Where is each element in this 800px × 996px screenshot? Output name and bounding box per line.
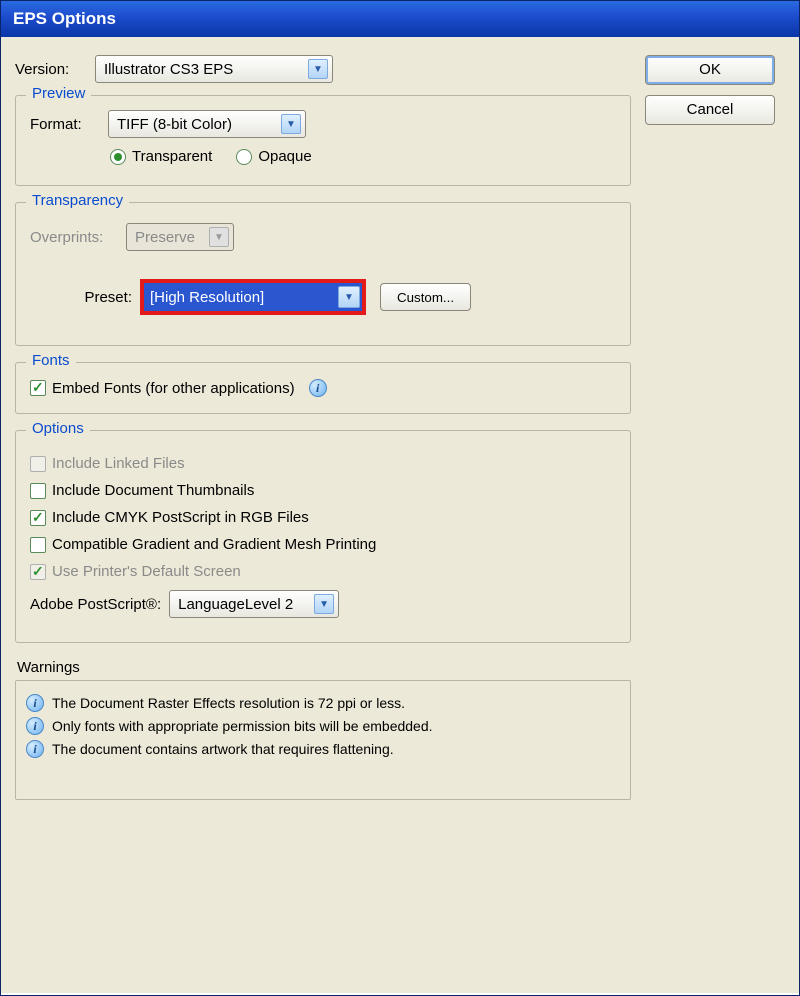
format-value: TIFF (8-bit Color) [117, 116, 275, 133]
chevron-down-icon: ▼ [314, 594, 334, 614]
warning-item: i The document contains artwork that req… [26, 740, 620, 758]
transparent-label: Transparent [132, 148, 212, 165]
gradient-label: Compatible Gradient and Gradient Mesh Pr… [52, 536, 376, 553]
format-label: Format: [30, 116, 100, 133]
postscript-row: Adobe PostScript®: LanguageLevel 2 ▼ [30, 590, 616, 618]
overprints-row: Overprints: Preserve ▼ [30, 223, 616, 251]
printer-label: Use Printer's Default Screen [52, 563, 241, 580]
preview-fieldset: Preview Format: TIFF (8-bit Color) ▼ Tra… [15, 95, 631, 186]
dialog-content: Version: Illustrator CS3 EPS ▼ Preview F… [1, 37, 799, 993]
linked-files-label: Include Linked Files [52, 455, 185, 472]
info-icon: i [26, 740, 44, 758]
chevron-down-icon: ▼ [209, 227, 229, 247]
options-fieldset: Options Include Linked Files Include Doc… [15, 430, 631, 643]
format-row: Format: TIFF (8-bit Color) ▼ [30, 110, 616, 138]
cmyk-label: Include CMYK PostScript in RGB Files [52, 509, 309, 526]
left-column: Version: Illustrator CS3 EPS ▼ Preview F… [15, 55, 631, 800]
ok-label: OK [699, 61, 721, 78]
info-icon: i [26, 694, 44, 712]
version-label: Version: [15, 61, 87, 78]
fonts-legend: Fonts [26, 352, 76, 369]
warning-text: The Document Raster Effects resolution i… [52, 695, 405, 711]
format-select[interactable]: TIFF (8-bit Color) ▼ [108, 110, 306, 138]
printer-row: Use Printer's Default Screen [30, 563, 616, 580]
warnings-label: Warnings [17, 659, 631, 676]
embed-fonts-row: Embed Fonts (for other applications) i [30, 379, 616, 397]
postscript-select[interactable]: LanguageLevel 2 ▼ [169, 590, 339, 618]
chevron-down-icon: ▼ [308, 59, 328, 79]
preset-highlight: [High Resolution] ▼ [140, 279, 366, 315]
dialog-window: EPS Options Version: Illustrator CS3 EPS… [0, 0, 800, 996]
thumbnails-row: Include Document Thumbnails [30, 482, 616, 499]
thumbnails-label: Include Document Thumbnails [52, 482, 254, 499]
transparency-legend: Transparency [26, 192, 129, 209]
preview-radio-row: Transparent Opaque [30, 148, 616, 165]
version-select[interactable]: Illustrator CS3 EPS ▼ [95, 55, 333, 83]
opaque-label: Opaque [258, 148, 311, 165]
info-icon: i [26, 717, 44, 735]
transparency-fieldset: Transparency Overprints: Preserve ▼ Pres… [15, 202, 631, 346]
check-embed-fonts[interactable] [30, 380, 46, 396]
window-title: EPS Options [13, 9, 116, 28]
options-legend: Options [26, 420, 90, 437]
warning-item: i The Document Raster Effects resolution… [26, 694, 620, 712]
chevron-down-icon: ▼ [338, 286, 360, 308]
cancel-button[interactable]: Cancel [645, 95, 775, 125]
check-linked-files [30, 456, 46, 472]
preview-legend: Preview [26, 85, 91, 102]
check-gradient[interactable] [30, 537, 46, 553]
cancel-label: Cancel [687, 101, 734, 118]
overprints-value: Preserve [135, 229, 203, 246]
ok-button[interactable]: OK [645, 55, 775, 85]
version-value: Illustrator CS3 EPS [104, 61, 302, 78]
overprints-label: Overprints: [30, 229, 118, 246]
custom-label: Custom... [397, 290, 454, 305]
gradient-row: Compatible Gradient and Gradient Mesh Pr… [30, 536, 616, 553]
preset-row: Preset: [High Resolution] ▼ Custom... [30, 279, 616, 315]
postscript-value: LanguageLevel 2 [178, 596, 308, 613]
cmyk-row: Include CMYK PostScript in RGB Files [30, 509, 616, 526]
fonts-fieldset: Fonts Embed Fonts (for other application… [15, 362, 631, 414]
right-column: OK Cancel [645, 55, 785, 135]
postscript-label: Adobe PostScript®: [30, 596, 161, 613]
overprints-select: Preserve ▼ [126, 223, 234, 251]
check-printer-default [30, 564, 46, 580]
radio-opaque[interactable] [236, 149, 252, 165]
check-thumbnails[interactable] [30, 483, 46, 499]
linked-files-row: Include Linked Files [30, 455, 616, 472]
custom-button[interactable]: Custom... [380, 283, 471, 311]
warning-text: Only fonts with appropriate permission b… [52, 718, 433, 734]
radio-transparent[interactable] [110, 149, 126, 165]
info-icon[interactable]: i [309, 379, 327, 397]
check-cmyk[interactable] [30, 510, 46, 526]
embed-fonts-label: Embed Fonts (for other applications) [52, 380, 295, 397]
preset-select[interactable]: [High Resolution] ▼ [144, 283, 362, 311]
preset-value: [High Resolution] [150, 289, 338, 306]
warning-item: i Only fonts with appropriate permission… [26, 717, 620, 735]
preset-label: Preset: [64, 289, 132, 306]
warning-text: The document contains artwork that requi… [52, 741, 394, 757]
version-row: Version: Illustrator CS3 EPS ▼ [15, 55, 631, 83]
chevron-down-icon: ▼ [281, 114, 301, 134]
warnings-list[interactable]: i The Document Raster Effects resolution… [15, 680, 631, 800]
titlebar: EPS Options [1, 1, 799, 37]
